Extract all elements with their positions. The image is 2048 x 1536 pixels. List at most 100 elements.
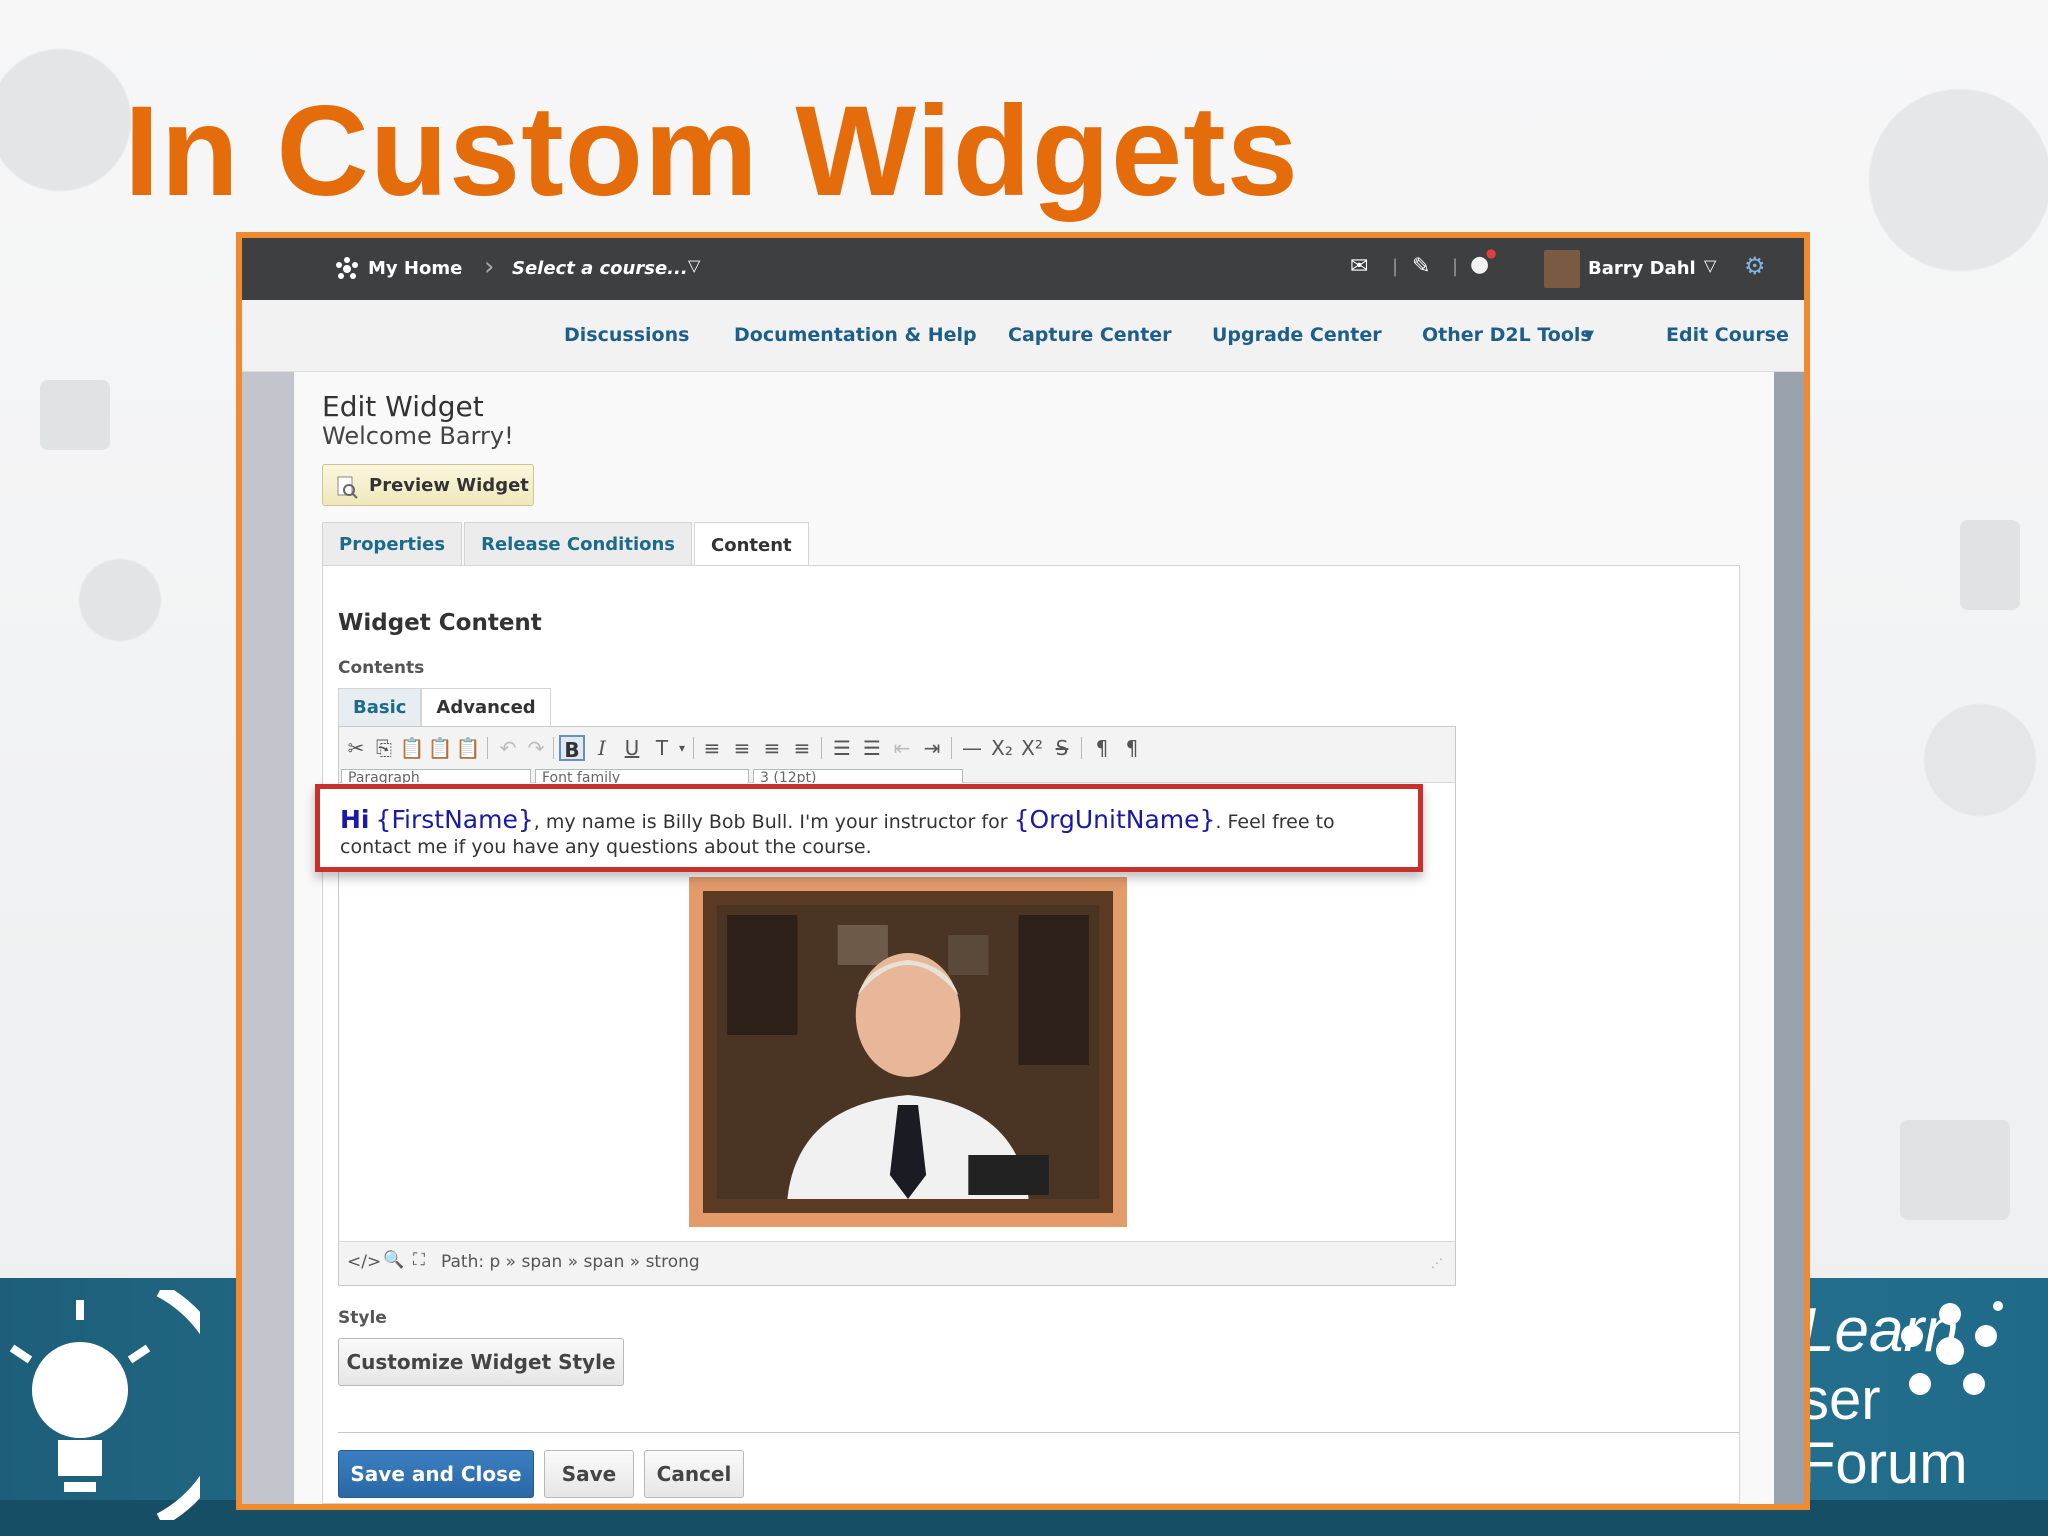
chevron-down-icon[interactable]: ▾ [669, 735, 695, 761]
paste-text-icon[interactable]: 📋 [427, 735, 453, 761]
nav-documentation-help[interactable]: Documentation & Help [734, 324, 977, 346]
nav-other-d2l-tools[interactable]: Other D2L Tools [1422, 324, 1592, 346]
rtl-icon[interactable]: ¶ [1119, 735, 1145, 761]
chevron-down-icon[interactable]: ▽ [688, 256, 700, 275]
strikethrough-icon[interactable]: S [1049, 735, 1075, 761]
contents-label: Contents [338, 658, 425, 678]
alert-badge-icon: ● [1486, 246, 1497, 260]
preview-widget-label: Preview Widget [369, 474, 529, 496]
tab-basic[interactable]: Basic [338, 688, 422, 726]
first-name-placeholder: {FirstName} [375, 805, 534, 834]
background-decoration [40, 380, 110, 450]
paste-word-icon[interactable]: 📋 [455, 735, 481, 761]
toolbar-row-2: Paragraph Font family 3 (12pt) [341, 769, 1455, 783]
horizontal-rule-icon[interactable]: — [959, 735, 985, 761]
outdent-icon[interactable]: ⇤ [889, 735, 915, 761]
font-size-select[interactable]: 3 (12pt) [753, 769, 963, 783]
subscript-icon[interactable]: X₂ [989, 735, 1015, 761]
brand-logo-icon [1901, 1301, 2003, 1395]
align-left-icon[interactable]: ≡ [699, 735, 725, 761]
italic-icon[interactable]: I [589, 735, 615, 761]
lms-screenshot: My Home › Select a course... ▽ ✉ | ✎ | ●… [236, 232, 1810, 1510]
photo-mat [703, 891, 1113, 1213]
chevron-down-icon[interactable]: ▼ [1584, 328, 1594, 343]
tab-release-conditions[interactable]: Release Conditions [464, 522, 693, 566]
indent-icon[interactable]: ⇥ [919, 735, 945, 761]
divider: | [1392, 256, 1399, 277]
element-path: Path: p » span » span » strong [441, 1252, 700, 1272]
align-center-icon[interactable]: ≡ [729, 735, 755, 761]
instructor-photo[interactable] [689, 877, 1127, 1227]
superscript-icon[interactable]: X² [1019, 735, 1045, 761]
editor-toolbar: ✂ ⎘ 📋 📋 📋 ↶ ↷ B I U T ▾ ≡ ≡ ≡ ≡ ☰ ☰ ⇤ ⇥ … [339, 727, 1455, 783]
slide-title: In Custom Widgets [124, 80, 1299, 223]
gear-icon[interactable]: ⚙ [1744, 252, 1766, 280]
save-button[interactable]: Save [544, 1450, 634, 1498]
preview-widget-button[interactable]: Preview Widget [322, 464, 534, 506]
fullscreen-icon[interactable]: ⛶ [413, 1250, 425, 1270]
underline-icon[interactable]: U [619, 735, 645, 761]
resize-handle-icon[interactable]: ⋰ [1431, 1256, 1443, 1270]
editor-body-text[interactable]: Hi {FirstName}, my name is Billy Bob Bul… [340, 807, 1410, 860]
section-title: Widget Content [338, 610, 542, 636]
nav-upgrade-center[interactable]: Upgrade Center [1212, 324, 1382, 346]
page-subtitle: Welcome Barry! [322, 422, 514, 450]
align-right-icon[interactable]: ≡ [759, 735, 785, 761]
scrollbar[interactable] [1774, 372, 1804, 1504]
divider [487, 737, 488, 759]
divider [821, 737, 822, 759]
save-and-close-button[interactable]: Save and Close [338, 1450, 534, 1498]
customize-widget-style-button[interactable]: Customize Widget Style [338, 1338, 624, 1386]
tab-properties[interactable]: Properties [322, 522, 463, 566]
tab-content[interactable]: Content [694, 522, 809, 567]
redo-icon[interactable]: ↷ [523, 735, 549, 761]
divider [693, 737, 694, 759]
nav-discussions[interactable]: Discussions [564, 324, 689, 346]
paragraph-format-select[interactable]: Paragraph [341, 769, 531, 783]
divider: | [1452, 256, 1459, 277]
lightbulb-icon [10, 1290, 200, 1520]
person-photo-icon [717, 905, 1099, 1199]
editor-mode-tabs: Basic Advanced [338, 688, 551, 726]
org-unit-name-placeholder: {OrgUnitName} [1013, 805, 1216, 834]
course-selector[interactable]: Select a course... [512, 258, 688, 279]
source-code-icon[interactable]: </> [347, 1252, 381, 1272]
mail-icon[interactable]: ✉ [1350, 254, 1368, 279]
cancel-button[interactable]: Cancel [644, 1450, 744, 1498]
chevron-down-icon[interactable]: ▽ [1704, 256, 1716, 275]
undo-icon[interactable]: ↶ [495, 735, 521, 761]
body-text-part-1: , my name is Billy Bob Bull. I'm your in… [533, 811, 1008, 833]
bold-icon[interactable]: B [559, 735, 585, 762]
background-decoration [1900, 1120, 2010, 1220]
top-bar: My Home › Select a course... ▽ ✉ | ✎ | ●… [242, 238, 1804, 300]
tab-advanced[interactable]: Advanced [421, 688, 551, 726]
font-family-select[interactable]: Font family [535, 769, 749, 783]
copy-icon[interactable]: ⎘ [371, 735, 397, 761]
divider [553, 737, 554, 759]
align-justify-icon[interactable]: ≡ [789, 735, 815, 761]
divider [1081, 737, 1082, 759]
editor-status-bar: </> 🔍 ⛶ Path: p » span » span » strong ⋰ [339, 1241, 1455, 1285]
bullet-list-icon[interactable]: ☰ [829, 735, 855, 761]
nav-capture-center[interactable]: Capture Center [1008, 324, 1172, 346]
home-logo-icon[interactable] [334, 256, 360, 282]
widget-tabs: Properties Release Conditions Content [322, 522, 811, 567]
paste-icon[interactable]: 📋 [399, 735, 425, 761]
avatar[interactable] [1544, 250, 1580, 288]
nav-edit-course[interactable]: Edit Course [1666, 324, 1789, 346]
page-title: Edit Widget [322, 390, 484, 423]
chevron-right-icon: › [484, 252, 495, 282]
cut-icon[interactable]: ✂ [343, 735, 369, 761]
left-gutter [242, 372, 294, 1504]
notes-icon[interactable]: ✎ [1412, 254, 1430, 279]
user-menu[interactable]: Barry Dahl [1588, 258, 1696, 279]
nav-bar: Discussions Documentation & Help Capture… [242, 300, 1804, 372]
divider [338, 1432, 1740, 1433]
background-decoration [1960, 520, 2020, 610]
editor-content-highlight: Hi {FirstName}, my name is Billy Bob Bul… [315, 784, 1423, 872]
my-home-link[interactable]: My Home [368, 258, 462, 279]
ltr-icon[interactable]: ¶ [1089, 735, 1115, 761]
numbered-list-icon[interactable]: ☰ [859, 735, 885, 761]
preview-icon [337, 476, 358, 499]
preview-icon[interactable]: 🔍 [383, 1250, 404, 1270]
